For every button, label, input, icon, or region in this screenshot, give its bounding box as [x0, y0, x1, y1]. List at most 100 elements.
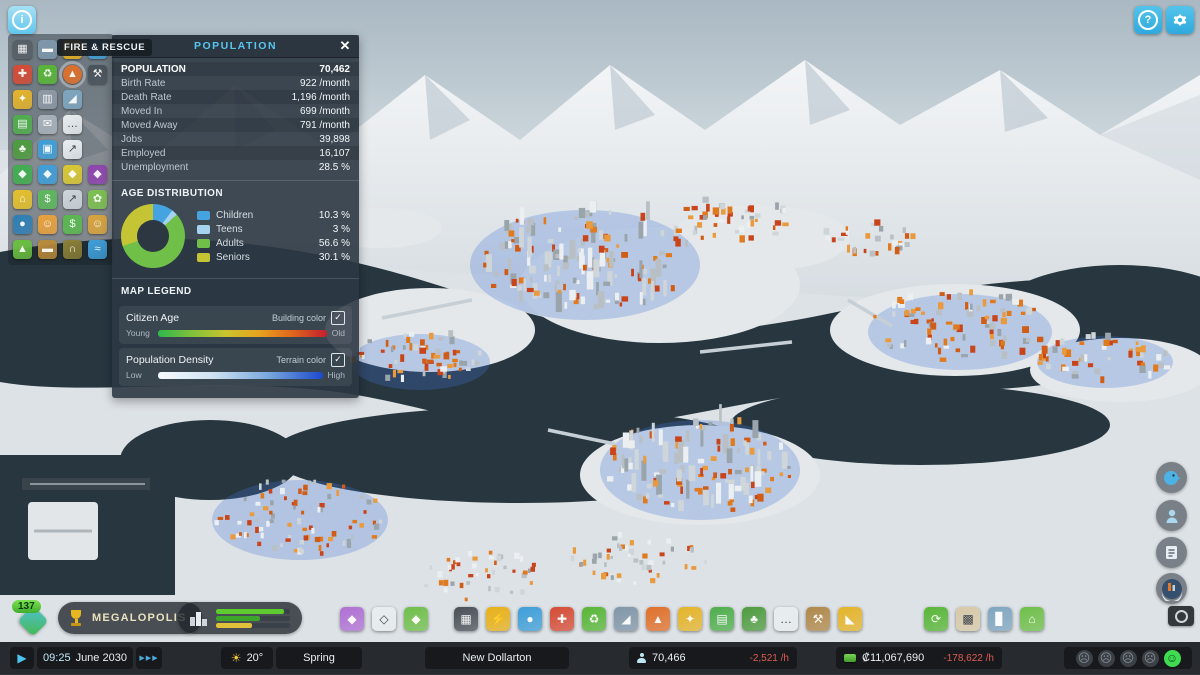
age-donut-chart: [121, 204, 185, 268]
tool-water-icon[interactable]: ●: [518, 607, 542, 631]
infoview-parks-icon[interactable]: ♣: [13, 140, 32, 159]
infoview-ground-pollution-icon[interactable]: ▲: [13, 240, 32, 259]
fast-forward-button[interactable]: ▶▶▶: [136, 647, 162, 669]
help-icon: ?: [1138, 10, 1158, 30]
building-color-checkbox[interactable]: ✓: [331, 311, 345, 325]
chirper-button[interactable]: [1156, 462, 1187, 493]
infoview-workplaces-icon[interactable]: ☺: [88, 215, 107, 234]
infoview-money-icon[interactable]: $: [63, 215, 82, 234]
infoview-bridges-icon[interactable]: ▬: [38, 40, 57, 59]
tool-garbage-icon[interactable]: ♻: [582, 607, 606, 631]
money-icon: [844, 654, 856, 662]
season-display: Spring: [276, 647, 362, 669]
infoview-police-icon[interactable]: ✦: [13, 90, 32, 109]
close-icon[interactable]: ✕: [335, 36, 355, 56]
trophy-icon: [68, 609, 84, 627]
infoview-education-icon[interactable]: ◢: [63, 90, 82, 109]
citizen-age-legend: Citizen Age Building color ✓ Young Old: [119, 306, 352, 344]
legend-row: Children10.3 %: [197, 208, 350, 222]
photo-mode-button[interactable]: [1168, 606, 1194, 626]
population-icon: [637, 653, 646, 663]
population-summary[interactable]: 70,466 -2,521 /h: [629, 647, 797, 669]
person-icon: [1163, 507, 1181, 525]
infoview-soil-icon[interactable]: ▬: [38, 240, 57, 259]
stat-row: Death Rate1,196 /month: [112, 90, 359, 104]
infoview-water-pollution-icon[interactable]: ≈: [88, 240, 107, 259]
infoview-housing-icon[interactable]: ⌂: [13, 190, 32, 209]
main-toolbar: 137 MEGALOPOLIS ◆◇◆▦⚡●✚♻◢▲✦▤♣…⚒◣⟳▩▊⌂: [0, 598, 1200, 640]
tool-education-icon[interactable]: ◢: [614, 607, 638, 631]
tool-healthcare-icon[interactable]: ✚: [550, 607, 574, 631]
infoview-routes-icon[interactable]: ↗: [63, 140, 82, 159]
stat-row: Unemployment28.5 %: [112, 160, 359, 174]
infoview-workers-icon[interactable]: ●: [13, 215, 32, 234]
tool-fire-rescue-icon[interactable]: ▲: [646, 607, 670, 631]
stats-list: POPULATION70,462 Birth Rate922 /month De…: [112, 58, 359, 174]
citizens-button[interactable]: [1156, 500, 1187, 531]
infoview-maintenance-icon[interactable]: ⚒: [88, 65, 107, 84]
infoview-noise-pollution-icon[interactable]: ∩: [63, 240, 82, 259]
stat-row: Moved Away791 /month: [112, 118, 359, 132]
terrain-color-checkbox[interactable]: ✓: [331, 353, 345, 367]
infoview-greenery-icon[interactable]: ✿: [88, 190, 107, 209]
tool-districts-icon[interactable]: ◇: [372, 607, 396, 631]
city-name-button[interactable]: New Dollarton: [425, 647, 569, 669]
tool-landscaping-icon[interactable]: ⚒: [806, 607, 830, 631]
teens-chip: [197, 225, 210, 234]
tool-statistics-icon[interactable]: ▊: [988, 607, 1012, 631]
infoview-zoning-map-icon[interactable]: ◆: [63, 165, 82, 184]
demand-meter[interactable]: [178, 602, 302, 634]
help-button[interactable]: ?: [1134, 6, 1162, 34]
citizen-age-gradient: [158, 330, 327, 337]
infoview-transportation-icon[interactable]: ▤: [13, 115, 32, 134]
infoview-post-icon[interactable]: ✉: [38, 115, 57, 134]
tool-transportation-icon[interactable]: ▤: [710, 607, 734, 631]
infoview-happiness-icon[interactable]: ☺: [38, 215, 57, 234]
infoview-healthcare-icon[interactable]: ✚: [13, 65, 32, 84]
age-distribution-chart: Children10.3 % Teens3 % Adults56.6 % Sen…: [112, 204, 359, 272]
tool-parks-icon[interactable]: ♣: [742, 607, 766, 631]
population-density-legend: Population Density Terrain color ✓ Low H…: [119, 348, 352, 386]
happiness-face: ☹: [1142, 650, 1159, 667]
seniors-chip: [197, 253, 210, 262]
info-icon: i: [12, 10, 32, 30]
happiness-face: ☹: [1076, 650, 1093, 667]
legend-row: Teens3 %: [197, 222, 350, 236]
infoview-groundwater-map-icon[interactable]: ◆: [38, 165, 57, 184]
tool-terrain-icon[interactable]: ◆: [404, 607, 428, 631]
infoview-communications-icon[interactable]: …: [63, 115, 82, 134]
infoview-tourism-icon[interactable]: ▣: [38, 140, 57, 159]
level-badge: 137: [12, 600, 41, 613]
toolbar-icons: ◆ ◇ ◆ ▦ ⚡ ● ✚ ♻ ◢ ▲ ✦ ▤ ♣ … ⚒ ◣ ⟳ ▩ ▊ ⌂: [336, 604, 1048, 634]
infoview-land-price-icon[interactable]: $: [38, 190, 57, 209]
settings-button[interactable]: [1166, 6, 1194, 34]
infoview-administration-icon[interactable]: ▥: [38, 90, 57, 109]
tool-map-tiles-icon[interactable]: ▩: [956, 607, 980, 631]
happiness-meter[interactable]: ☹☹☹☹☺: [1064, 647, 1192, 669]
journal-button[interactable]: [1156, 537, 1187, 568]
tool-roads-icon[interactable]: ▦: [454, 607, 478, 631]
infoview-roads-icon[interactable]: ▦: [13, 40, 32, 59]
budget-summary[interactable]: ₡11,067,690 -178,622 /h: [836, 647, 1002, 669]
infoview-trends-icon[interactable]: ↗: [63, 190, 82, 209]
tool-communications-icon[interactable]: …: [774, 607, 798, 631]
tool-zones-icon[interactable]: ◆: [340, 607, 364, 631]
infoview-districts-map-icon[interactable]: ◆: [88, 165, 107, 184]
radio-icon: [1160, 577, 1184, 601]
stat-row: POPULATION70,462: [112, 62, 359, 76]
city-progress-icon: [190, 610, 208, 626]
tool-demand-icon[interactable]: ⌂: [1020, 607, 1044, 631]
infoview-fire-rescue-icon[interactable]: ▲: [63, 65, 82, 84]
info-views-button[interactable]: i: [8, 6, 36, 34]
tool-police-icon[interactable]: ✦: [678, 607, 702, 631]
infoview-garbage-icon[interactable]: ♻: [38, 65, 57, 84]
infoview-land-value-map-icon[interactable]: ◆: [13, 165, 32, 184]
play-button[interactable]: ▶: [10, 647, 34, 669]
tool-electricity-icon[interactable]: ⚡: [486, 607, 510, 631]
tool-production-icon[interactable]: ⟳: [924, 607, 948, 631]
population-density-gradient: [158, 372, 323, 379]
tool-bulldozer-icon[interactable]: ◣: [838, 607, 862, 631]
status-bar: ▶ 09:25 June 2030 ▶▶▶ ☀ 20° Spring New D…: [0, 642, 1200, 675]
xp-level[interactable]: 137: [14, 604, 58, 638]
progress-bars: [216, 609, 290, 628]
